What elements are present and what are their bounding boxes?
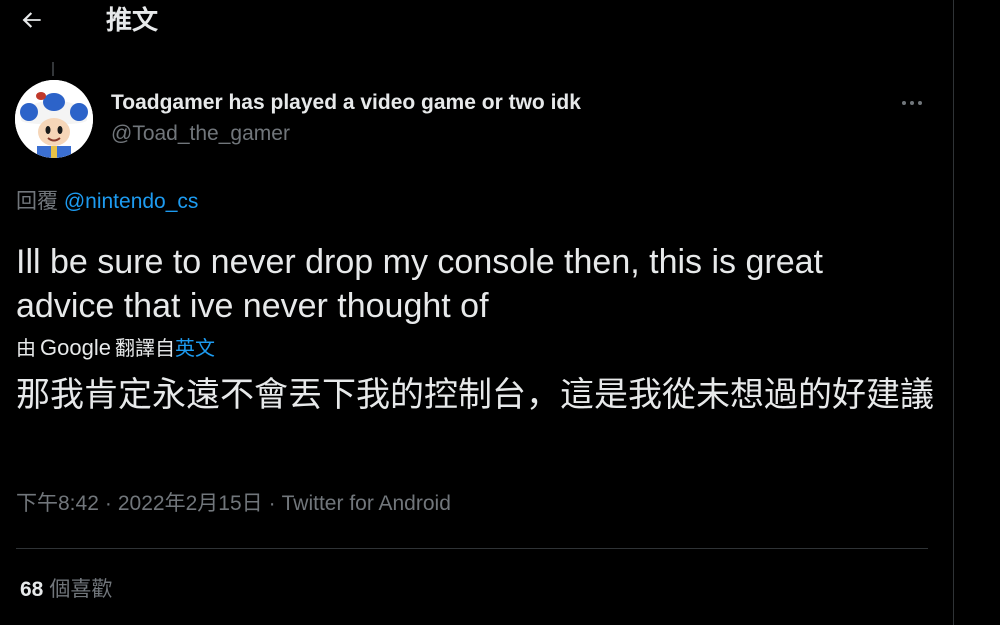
more-options-button[interactable]: [896, 90, 928, 116]
thread-connector-line: [52, 62, 54, 76]
translated-tweet-text: 那我肯定永遠不會丟下我的控制台，這是我從未想過的好建議: [16, 376, 934, 414]
google-logo: Google: [40, 335, 111, 360]
author-display-name[interactable]: Toadgamer has played a video game or two…: [111, 89, 581, 117]
page-header: 推文: [0, 0, 953, 48]
tweet-metadata: 下午8:42 · 2022年2月15日 · Twitter for Android: [16, 490, 451, 518]
more-horizontal-icon-dot: [918, 101, 922, 105]
meta-separator: ·: [104, 492, 112, 515]
translation-attribution: 由 Google 翻譯自英文: [16, 334, 215, 363]
tweet-source-link[interactable]: Twitter for Android: [282, 492, 451, 515]
divider: [16, 548, 928, 549]
translation-prefix: 由: [16, 338, 36, 360]
reply-context: 回覆 @nintendo_cs: [16, 188, 198, 216]
meta-separator: ·: [268, 492, 276, 515]
arrow-left-icon: [22, 12, 41, 28]
likes-count: 68: [20, 578, 44, 601]
reply-prefix: 回覆: [16, 190, 58, 213]
column-border: [953, 0, 954, 625]
back-button[interactable]: [16, 4, 48, 36]
toad-avatar-icon: [15, 80, 93, 158]
more-horizontal-icon: [902, 101, 906, 105]
reply-mention-link[interactable]: @nintendo_cs: [64, 190, 199, 213]
page-title: 推文: [106, 5, 159, 35]
translation-middle: 翻譯自: [114, 338, 175, 360]
tweet-date[interactable]: 2022年2月15日: [118, 492, 263, 515]
tweet-time[interactable]: 下午8:42: [16, 492, 99, 515]
more-horizontal-icon-dot: [910, 101, 914, 105]
source-language-link[interactable]: 英文: [175, 338, 215, 360]
likes-label: 個喜歡: [49, 578, 113, 601]
tweet-text: Ill be sure to never drop my console the…: [16, 243, 823, 325]
avatar[interactable]: [15, 80, 93, 158]
likes-link[interactable]: 68 個喜歡: [20, 576, 112, 604]
author-handle[interactable]: @Toad_the_gamer: [111, 120, 290, 148]
